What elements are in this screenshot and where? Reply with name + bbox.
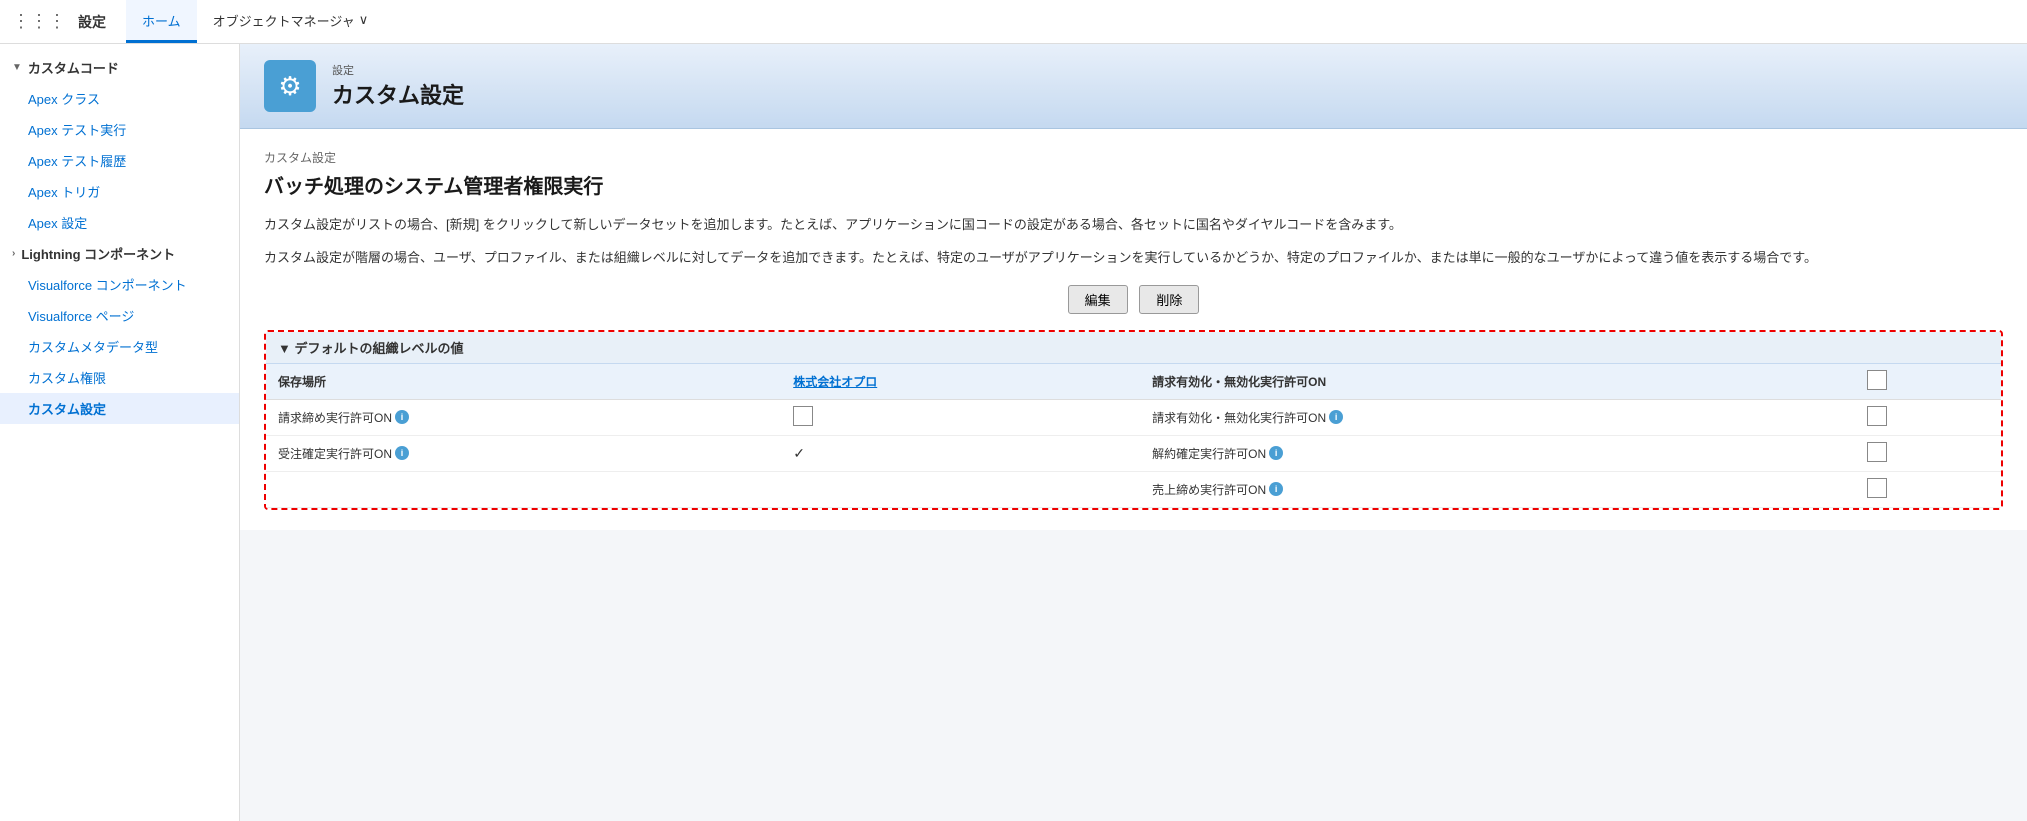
row1-checkbox-left[interactable] <box>793 406 813 426</box>
page-header: ⚙ 設定 カスタム設定 <box>240 44 2027 129</box>
row2-right-value <box>1855 435 2001 471</box>
sidebar-item-custom-settings[interactable]: カスタム設定 <box>0 393 239 424</box>
sidebar-section-label: カスタムコード <box>28 58 119 77</box>
info-icon-2[interactable]: i <box>395 446 409 460</box>
page-header-text: 設定 カスタム設定 <box>332 62 464 110</box>
edit-button[interactable]: 編集 <box>1068 285 1128 314</box>
chevron-down-icon: ∨ <box>359 12 369 28</box>
row1-right-label: 請求有効化・無効化実行許可ON i <box>1140 399 1855 435</box>
default-values-header[interactable]: ▼ デフォルトの組織レベルの値 <box>266 332 2001 364</box>
info-icon-right-3[interactable]: i <box>1269 482 1283 496</box>
col-storage-header: 保存場所 <box>266 364 781 400</box>
header-checkbox[interactable] <box>1867 370 1887 390</box>
row1-left-value <box>781 399 1140 435</box>
sidebar-item-apex-test-history[interactable]: Apex テスト履歴 <box>0 145 239 176</box>
sidebar-section-label-lightning: Lightning コンポーネント <box>21 244 175 263</box>
row2-left-label: 受注確定実行許可ON i <box>266 435 781 471</box>
nav-tab-object-manager[interactable]: オブジェクトマネージャ ∨ <box>197 0 385 43</box>
table-row: 売上締め実行許可ON i <box>266 471 2001 507</box>
sidebar-item-apex-trigger[interactable]: Apex トリガ <box>0 176 239 207</box>
breadcrumb: カスタム設定 <box>264 149 2003 166</box>
sidebar-item-apex-settings[interactable]: Apex 設定 <box>0 207 239 238</box>
sidebar-item-custom-metadata[interactable]: カスタムメタデータ型 <box>0 331 239 362</box>
col-right-label-header: 請求有効化・無効化実行許可ON <box>1140 364 1855 400</box>
row1-checkbox-right[interactable] <box>1867 406 1887 426</box>
row3-right-value <box>1855 471 2001 507</box>
nav-tab-home[interactable]: ホーム <box>126 0 197 43</box>
table-row: 受注確定実行許可ON i ✓ 解約確定実行許可ON i <box>266 435 2001 471</box>
top-navigation: ⋮⋮⋮ 設定 ホーム オブジェクトマネージャ ∨ <box>0 0 2027 44</box>
nav-title: 設定 <box>78 12 106 32</box>
sidebar-section-lightning[interactable]: › Lightning コンポーネント <box>0 238 239 269</box>
chevron-down-icon: ▼ <box>12 62 22 73</box>
col-company-header[interactable]: 株式会社オプロ <box>781 364 1140 400</box>
row2-right-label: 解約確定実行許可ON i <box>1140 435 1855 471</box>
chevron-right-icon: › <box>12 248 15 259</box>
row1-left-label: 請求締め実行許可ON i <box>266 399 781 435</box>
row1-right-value <box>1855 399 2001 435</box>
main-layout: ▼ カスタムコード Apex クラス Apex テスト実行 Apex テスト履歴… <box>0 44 2027 821</box>
sidebar: ▼ カスタムコード Apex クラス Apex テスト実行 Apex テスト履歴… <box>0 44 240 821</box>
section-title: バッチ処理のシステム管理者権限実行 <box>264 170 2003 199</box>
description-2: カスタム設定が階層の場合、ユーザ、プロファイル、または組織レベルに対してデータを… <box>264 248 2003 269</box>
nav-tab-object-label: オブジェクトマネージャ <box>213 11 355 30</box>
info-icon-right-2[interactable]: i <box>1269 446 1283 460</box>
sidebar-section-custom-code[interactable]: ▼ カスタムコード <box>0 52 239 83</box>
grid-icon[interactable]: ⋮⋮⋮ <box>12 11 66 32</box>
sidebar-item-apex-class[interactable]: Apex クラス <box>0 83 239 114</box>
nav-tabs: ホーム オブジェクトマネージャ ∨ <box>126 0 384 43</box>
description-1: カスタム設定がリストの場合、[新規] をクリックして新しいデータセットを追加しま… <box>264 215 2003 236</box>
default-values-box: ▼ デフォルトの組織レベルの値 保存場所 株式会社オプロ 請求有効化・無効化実行… <box>264 330 2003 510</box>
row3-left-label <box>266 471 781 507</box>
col-right-value-header <box>1855 364 2001 400</box>
action-buttons: 編集 削除 <box>264 285 2003 314</box>
default-values-table: 保存場所 株式会社オプロ 請求有効化・無効化実行許可ON <box>266 364 2001 508</box>
row3-checkbox-right[interactable] <box>1867 478 1887 498</box>
page-header-icon: ⚙ <box>264 60 316 112</box>
row3-right-label: 売上締め実行許可ON i <box>1140 471 1855 507</box>
row3-left-value <box>781 471 1140 507</box>
row2-left-value: ✓ <box>781 435 1140 471</box>
delete-button[interactable]: 削除 <box>1139 285 1199 314</box>
content-body: このページのヘルプ ? カスタム設定 バッチ処理のシステム管理者権限実行 カスタ… <box>240 129 2027 530</box>
sidebar-item-apex-test-run[interactable]: Apex テスト実行 <box>0 114 239 145</box>
page-subtitle: 設定 <box>332 62 464 78</box>
page-title: カスタム設定 <box>332 78 464 110</box>
row2-checkbox-right[interactable] <box>1867 442 1887 462</box>
table-row: 請求締め実行許可ON i 請求有効化・無効化実行許可ON i <box>266 399 2001 435</box>
default-values-title: ▼ デフォルトの組織レベルの値 <box>278 338 463 357</box>
sidebar-item-custom-permissions[interactable]: カスタム権限 <box>0 362 239 393</box>
sidebar-item-visualforce-components[interactable]: Visualforce コンポーネント <box>0 269 239 300</box>
info-icon[interactable]: i <box>395 410 409 424</box>
info-icon-right[interactable]: i <box>1329 410 1343 424</box>
sidebar-item-visualforce-pages[interactable]: Visualforce ページ <box>0 300 239 331</box>
content-area: ⚙ 設定 カスタム設定 このページのヘルプ ? カスタム設定 バッチ処理のシステ… <box>240 44 2027 821</box>
